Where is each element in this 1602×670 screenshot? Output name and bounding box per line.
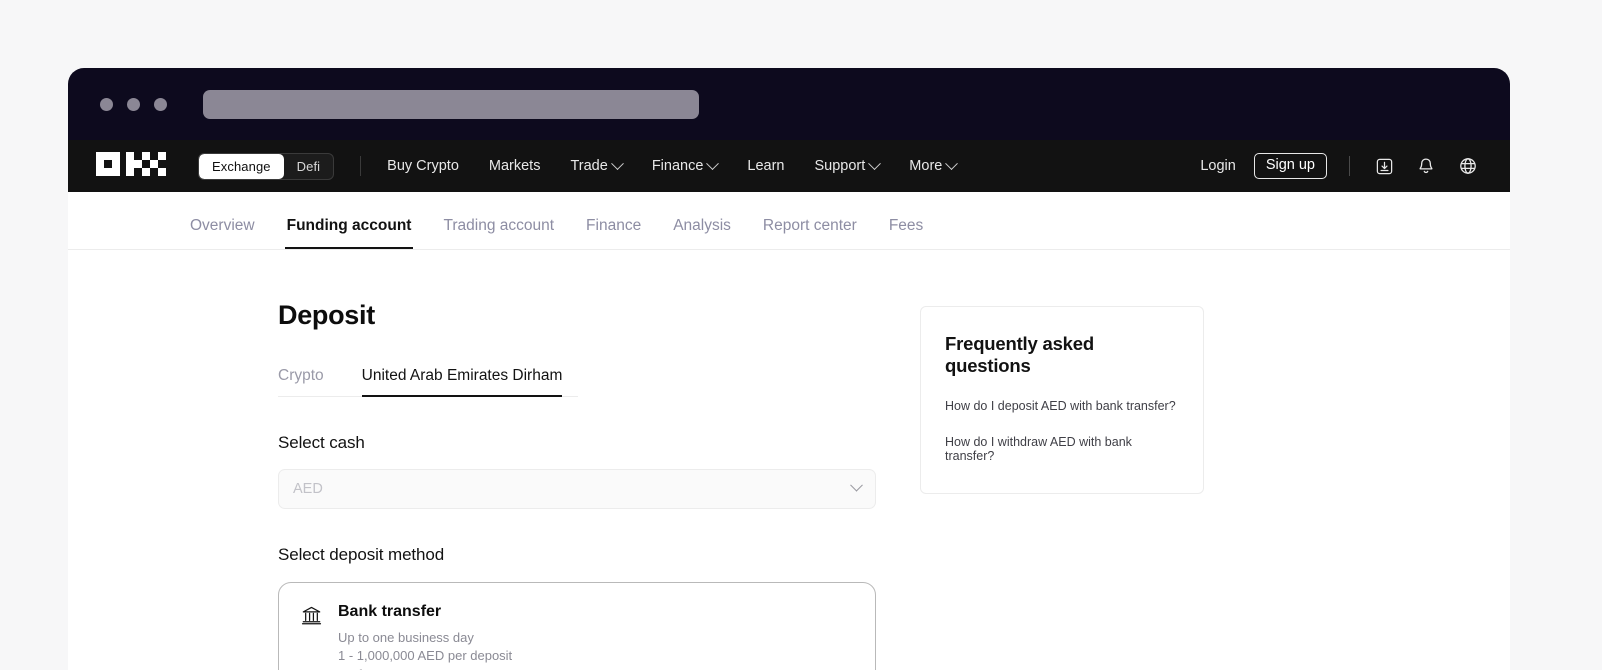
okx-logo[interactable]	[96, 151, 174, 181]
bank-icon	[301, 603, 322, 670]
nav-links: Buy Crypto Markets Trade Finance Learn S…	[387, 156, 959, 174]
nav-link-label: Trade	[570, 158, 608, 174]
subnav-item-trading-account[interactable]: Trading account	[427, 217, 570, 249]
nav-link-label: Learn	[747, 158, 785, 174]
nav-link-buy-crypto[interactable]: Buy Crypto	[387, 158, 459, 174]
subnav-item-analysis[interactable]: Analysis	[657, 217, 747, 249]
nav-link-markets[interactable]: Markets	[489, 158, 541, 174]
select-cash-value: AED	[293, 481, 323, 497]
nav-link-support[interactable]: Support	[814, 156, 882, 174]
screen: Exchange Defi Buy Crypto Markets Trade F…	[0, 0, 1602, 670]
nav-link-trade[interactable]: Trade	[570, 156, 624, 174]
maximize-window-button[interactable]	[154, 97, 167, 111]
nav-link-label: More	[909, 158, 943, 174]
close-window-button[interactable]	[100, 97, 113, 111]
faq-link-deposit[interactable]: How do I deposit AED with bank transfer?	[945, 399, 1179, 413]
chevron-down-icon	[945, 156, 959, 170]
faq-column: Frequently asked questions How do I depo…	[920, 300, 1204, 670]
deposit-method-detail: Up to one business day	[338, 630, 474, 645]
subnav-item-overview[interactable]: Overview	[174, 217, 271, 249]
mode-toggle[interactable]: Exchange Defi	[198, 152, 335, 180]
subnav-item-finance[interactable]: Finance	[570, 217, 657, 249]
currency-tabs: Crypto United Arab Emirates Dirham	[278, 367, 798, 397]
nav-link-label: Finance	[651, 158, 704, 174]
globe-icon[interactable]	[1456, 154, 1480, 178]
select-deposit-method-label: Select deposit method	[278, 545, 445, 564]
deposit-method-card-bank-transfer[interactable]: Bank transfer Up to one business day 1 -…	[278, 582, 876, 670]
deposit-method-title: Bank transfer	[338, 603, 442, 620]
nav-link-learn[interactable]: Learn	[747, 158, 784, 174]
minimize-window-button[interactable]	[127, 97, 140, 111]
chevron-down-icon	[706, 156, 720, 170]
chevron-down-icon	[610, 156, 624, 170]
traffic-lights	[100, 97, 167, 111]
login-button[interactable]: Login	[1200, 158, 1235, 174]
nav-link-label: Support	[814, 158, 866, 174]
address-bar[interactable]	[203, 89, 699, 119]
deposit-main-column: Deposit Crypto United Arab Emirates Dirh…	[68, 300, 876, 670]
account-subnav: Overview Funding account Trading account…	[68, 192, 1510, 250]
chevron-down-icon	[850, 478, 863, 492]
browser-window: Exchange Defi Buy Crypto Markets Trade F…	[68, 68, 1510, 670]
faq-card: Frequently asked questions How do I depo…	[920, 306, 1204, 494]
nav-link-finance[interactable]: Finance	[651, 156, 720, 174]
nav-divider	[360, 156, 362, 176]
faq-link-withdraw[interactable]: How do I withdraw AED with bank transfer…	[945, 435, 1179, 463]
subnav-item-report-center[interactable]: Report center	[747, 217, 873, 249]
page-title: Deposit	[278, 300, 375, 330]
deposit-method-detail: 1 - 1,000,000 AED per deposit	[338, 648, 513, 664]
nav-right-actions: Login Sign up	[1200, 152, 1480, 180]
download-icon[interactable]	[1372, 154, 1396, 178]
faq-title: Frequently asked questions	[945, 333, 1094, 376]
top-navigation-bar: Exchange Defi Buy Crypto Markets Trade F…	[68, 140, 1510, 192]
deposit-method-detail: No fee	[338, 666, 512, 670]
mode-toggle-defi[interactable]: Defi	[284, 154, 334, 179]
chevron-down-icon	[868, 156, 882, 170]
nav-link-label: Markets	[488, 158, 541, 174]
currency-tab-aed[interactable]: United Arab Emirates Dirham	[361, 367, 562, 397]
deposit-method-text: Bank transfer Up to one business day 1 -…	[338, 603, 512, 670]
currency-tab-crypto[interactable]: Crypto	[278, 367, 324, 397]
mode-toggle-exchange[interactable]: Exchange	[199, 153, 284, 179]
bell-icon[interactable]	[1414, 154, 1438, 178]
page-content: Deposit Crypto United Arab Emirates Dirh…	[68, 250, 1510, 670]
browser-chrome-bar	[68, 68, 1510, 140]
subnav-item-funding-account[interactable]: Funding account	[271, 217, 428, 249]
signup-button[interactable]: Sign up	[1253, 152, 1327, 180]
select-cash-dropdown[interactable]: AED	[278, 469, 876, 509]
subnav-item-fees[interactable]: Fees	[873, 217, 939, 249]
nav-link-label: Buy Crypto	[387, 158, 459, 174]
nav-link-more[interactable]: More	[909, 156, 959, 174]
nav-right-divider	[1349, 156, 1350, 176]
select-cash-label: Select cash	[278, 433, 365, 452]
